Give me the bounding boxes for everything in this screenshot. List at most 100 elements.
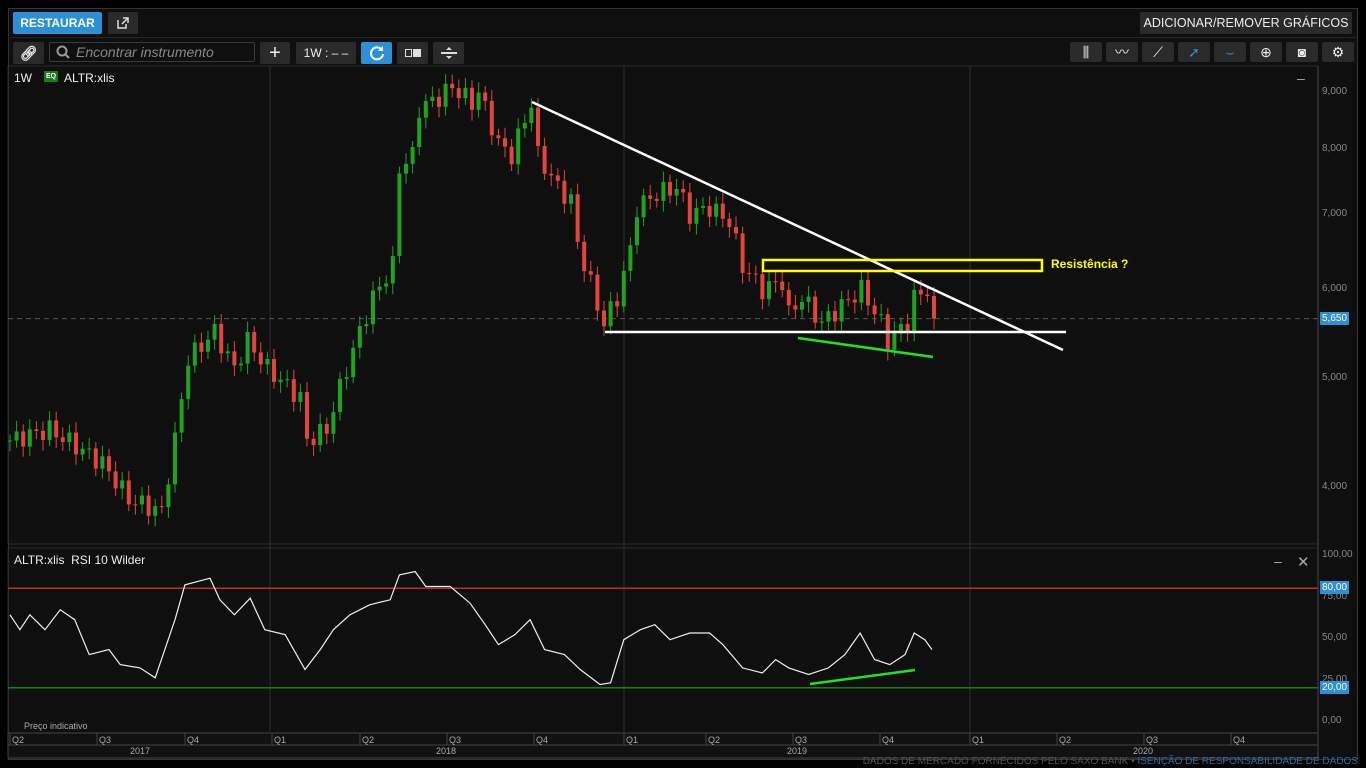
- disclaimer-link[interactable]: ISENÇÃO DE RESPONSABILIDADE DE DADOS: [1137, 756, 1358, 767]
- candle-body: [608, 301, 613, 327]
- candle: [621, 260, 626, 313]
- candle: [206, 330, 210, 359]
- footer: DADOS DE MERCADO FORNECIDOS PELO SAXO BA…: [863, 756, 1358, 767]
- candle: [542, 137, 547, 180]
- resistance-box[interactable]: [761, 258, 1044, 273]
- price-tick: 8,000: [1322, 143, 1348, 155]
- candle: [377, 276, 382, 301]
- candle-body: [899, 324, 903, 332]
- candle-body: [648, 195, 653, 199]
- candle-body: [450, 83, 455, 89]
- candle: [483, 86, 488, 111]
- candle-body: [456, 88, 461, 99]
- candle: [80, 442, 85, 462]
- candle: [21, 424, 26, 457]
- candle-body: [569, 194, 573, 204]
- candle: [344, 366, 349, 390]
- candle-body: [245, 332, 250, 364]
- candle-body: [925, 294, 930, 297]
- candle: [417, 107, 422, 156]
- candle: [780, 271, 785, 298]
- rsi-panel: [8, 570, 1318, 689]
- candle: [899, 317, 903, 343]
- candle: [239, 356, 243, 372]
- candle: [536, 98, 540, 157]
- candle-body: [654, 198, 659, 201]
- candle: [305, 381, 309, 447]
- candle-body: [41, 430, 45, 440]
- candle: [67, 424, 72, 452]
- candle: [846, 289, 851, 307]
- candle: [555, 168, 560, 189]
- candle-body: [489, 100, 494, 136]
- candle-body: [443, 83, 448, 107]
- quarter-label: Q4: [1233, 735, 1246, 745]
- candle-body: [800, 301, 804, 310]
- candle: [727, 212, 732, 238]
- candle-body: [305, 392, 309, 439]
- candle: [404, 153, 408, 184]
- candle: [885, 308, 890, 361]
- candle-body: [100, 456, 105, 469]
- candle-body: [199, 342, 204, 352]
- candle-body: [371, 290, 375, 325]
- candle-body: [483, 92, 488, 101]
- price-tick: 6,000: [1322, 283, 1348, 295]
- drawings[interactable]: [531, 100, 1066, 686]
- candle: [687, 183, 692, 232]
- price-divergence-line[interactable]: [797, 336, 934, 359]
- candle: [905, 313, 910, 342]
- candle: [338, 372, 342, 421]
- resistance-annotation[interactable]: Resistência ?: [1051, 257, 1128, 271]
- quarter-label: Q4: [187, 735, 200, 745]
- candle-body: [133, 504, 138, 506]
- candle-body: [8, 440, 12, 442]
- candle-body: [588, 271, 593, 275]
- candle-body: [67, 432, 72, 442]
- candle: [331, 401, 336, 443]
- chart-canvas[interactable]: [0, 0, 1366, 768]
- candle: [681, 180, 686, 203]
- candle: [133, 494, 138, 515]
- candle: [8, 434, 12, 452]
- rsi-divergence-line[interactable]: [809, 668, 916, 686]
- candle-body: [331, 412, 336, 434]
- candle-body: [265, 359, 270, 365]
- candle-body: [423, 101, 428, 118]
- candle: [265, 351, 270, 375]
- candle: [41, 421, 45, 451]
- candle: [595, 266, 600, 321]
- rsi-tick: 0,00: [1322, 715, 1342, 726]
- candle: [324, 417, 329, 445]
- candle-body: [767, 281, 771, 300]
- candle-body: [430, 96, 435, 102]
- candle: [159, 495, 164, 514]
- candle-body: [173, 432, 177, 485]
- candle: [450, 74, 455, 98]
- price-tick: 7,000: [1322, 208, 1348, 220]
- candle-body: [192, 342, 197, 366]
- candle: [516, 118, 521, 175]
- candle-body: [582, 241, 587, 272]
- candle: [258, 341, 263, 374]
- quarter-label: Q2: [1059, 735, 1072, 745]
- candle: [833, 300, 837, 331]
- candle-body: [747, 272, 752, 274]
- candle-body: [206, 339, 210, 352]
- candle: [714, 196, 719, 226]
- candle-body: [126, 480, 131, 505]
- rsi-panel-frame: [7, 547, 1319, 734]
- candle-body: [113, 471, 118, 489]
- candle: [694, 198, 699, 235]
- candle-body: [219, 323, 224, 354]
- quarter-label: Q4: [536, 735, 549, 745]
- candle-body: [542, 146, 547, 174]
- candle-body: [344, 377, 349, 379]
- candle-body: [503, 138, 507, 147]
- candle-body: [852, 299, 857, 303]
- candle: [225, 343, 230, 362]
- candle-body: [628, 245, 633, 271]
- candle: [232, 340, 237, 377]
- candle-body: [780, 281, 785, 291]
- candle-body: [621, 270, 626, 307]
